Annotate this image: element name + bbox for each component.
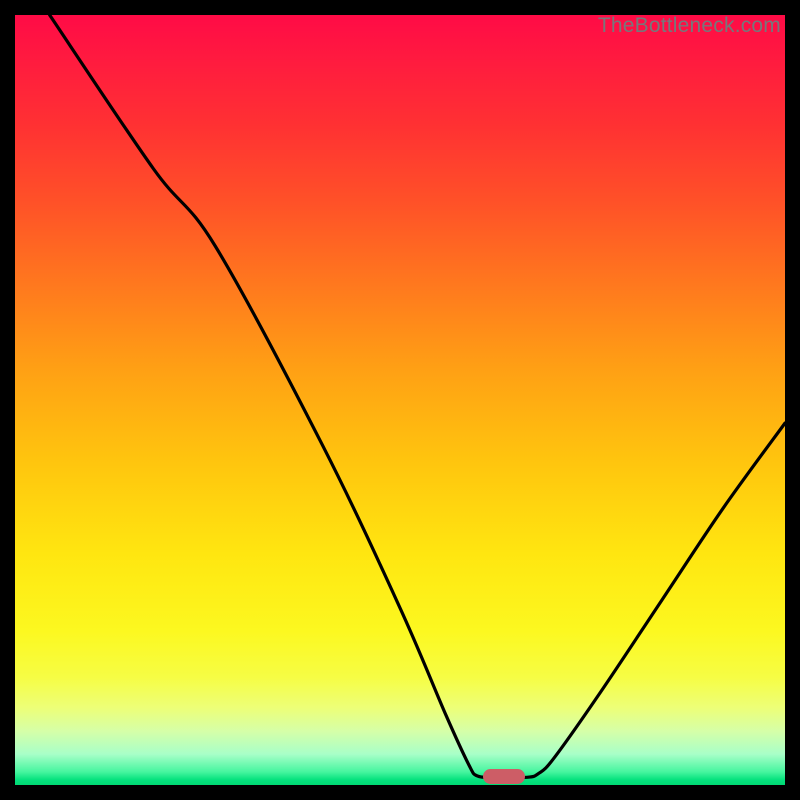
chart-container: TheBottleneck.com [0, 0, 800, 800]
plot-area: TheBottleneck.com [15, 15, 785, 785]
bottleneck-curve [15, 15, 785, 785]
optimal-marker [483, 769, 525, 784]
